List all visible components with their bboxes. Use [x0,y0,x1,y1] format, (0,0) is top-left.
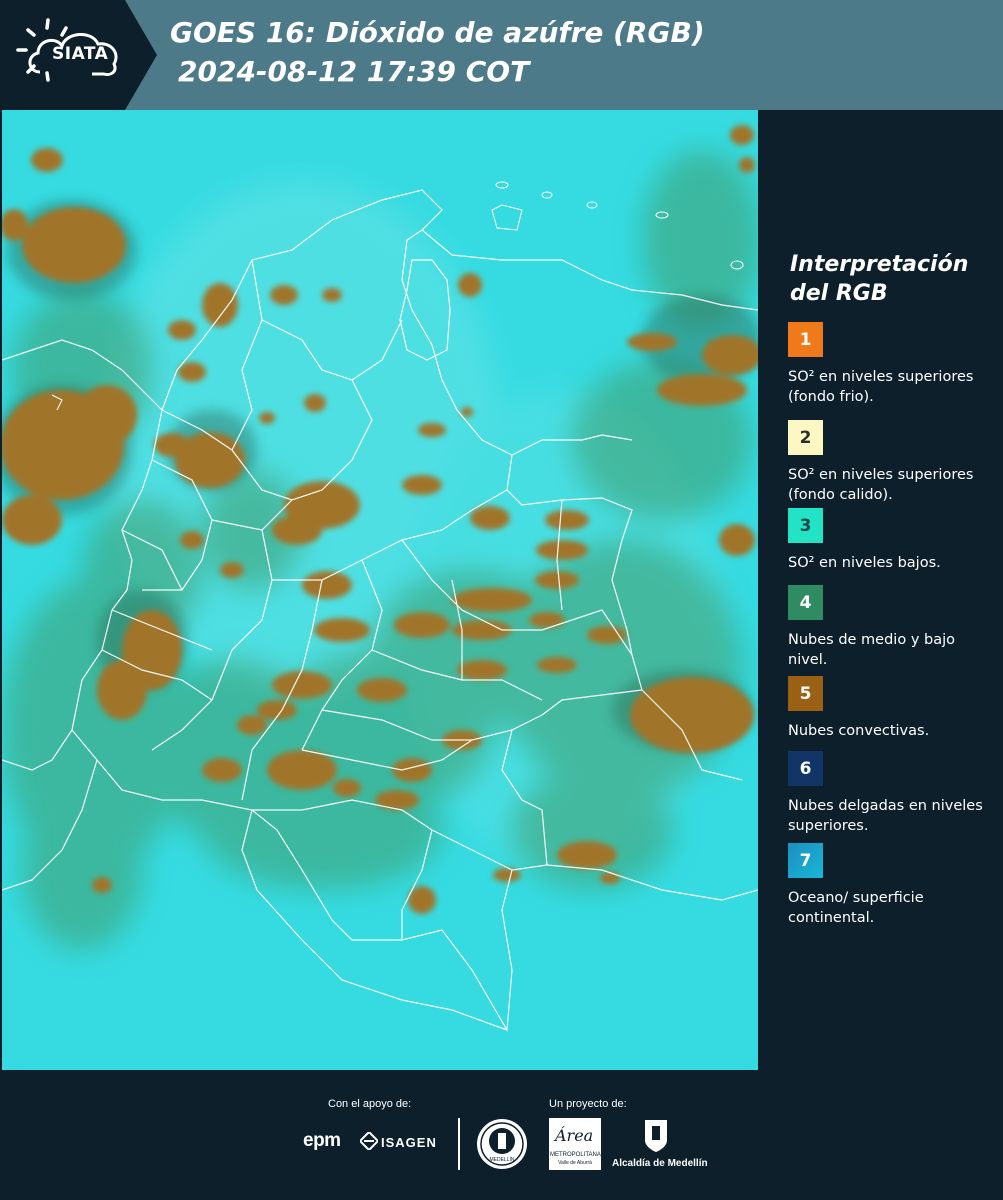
legend-label-5: Nubes convectivas. [788,723,930,739]
legend-swatch-1: 1 [788,322,823,357]
area-metropolitana-logo: Área METROPOLITANA Valle de Aburrá [549,1118,601,1170]
legend-label-2: SO² en niveles superiores (fondo calido)… [788,467,974,503]
product-title: GOES 16: Dióxido de azúfre (RGB) [170,16,705,49]
legend-item-2: 2 SO² en niveles superiores (fondo calid… [788,420,998,505]
legend-item-3: 3 SO² en niveles bajos. [788,508,998,573]
legend-title-line2: del RGB [790,281,888,306]
legend-label-7: Oceano/ superficie continental. [788,890,924,926]
legend-swatch-4: 4 [788,585,823,620]
header-bar: SIATA GOES 16: Dióxido de azúfre (RGB) 2… [0,0,1003,110]
epm-logo: epm [303,1130,341,1151]
footer: Con el apoyo de: Un proyecto de: epm ISA… [0,1070,1003,1200]
legend-item-7: 7 Oceano/ superficie continental. [788,843,998,928]
legend-label-3: SO² en niveles bajos. [788,555,941,571]
siata-logo: SIATA [0,0,160,110]
legend-item-1: 1 SO² en niveles superiores (fondo frio)… [788,322,998,407]
area-line2: Valle de Aburrá [558,1160,592,1166]
goes16-so2-product-page: SIATA GOES 16: Dióxido de azúfre (RGB) 2… [0,0,1003,1200]
satellite-map [2,110,758,1070]
legend-item-5: 5 Nubes convectivas. [788,676,998,741]
isagen-icon [358,1130,380,1152]
isagen-logo: ISAGEN [381,1135,437,1150]
support-caption: Con el apoyo de: [328,1098,412,1110]
legend-swatch-3: 3 [788,508,823,543]
logo-text: SIATA [52,44,109,64]
legend-item-4: 4 Nubes de medio y bajo nivel. [788,585,998,670]
legend-label-4: Nubes de medio y bajo nivel. [788,632,955,668]
legend-label-6: Nubes delgadas en niveles superiores. [788,798,983,834]
legend-swatch-2: 2 [788,420,823,455]
area-script: Área [555,1126,594,1145]
legend-swatch-7: 7 [788,843,823,878]
product-datetime: 2024-08-12 17:39 COT [178,55,530,88]
rgb-legend: Interpretación del RGB 1 SO² en niveles … [762,110,1003,1070]
medellin-seal-icon: MEDELLÍN [477,1119,527,1169]
project-caption: Un proyecto de: [549,1098,627,1110]
legend-swatch-5: 5 [788,676,823,711]
legend-title: Interpretación del RGB [790,250,990,308]
alcaldia-label: Alcaldía de Medellín [612,1158,708,1169]
alcaldia-shield-icon [643,1118,669,1154]
legend-label-1: SO² en niveles superiores (fondo frio). [788,369,974,405]
area-line1: METROPOLITANA [550,1152,601,1158]
footer-separator [458,1118,460,1170]
legend-title-line1: Interpretación [790,252,969,277]
legend-swatch-6: 6 [788,751,823,786]
seal-text: MEDELLÍN [489,1157,515,1163]
legend-item-6: 6 Nubes delgadas en niveles superiores. [788,751,998,836]
